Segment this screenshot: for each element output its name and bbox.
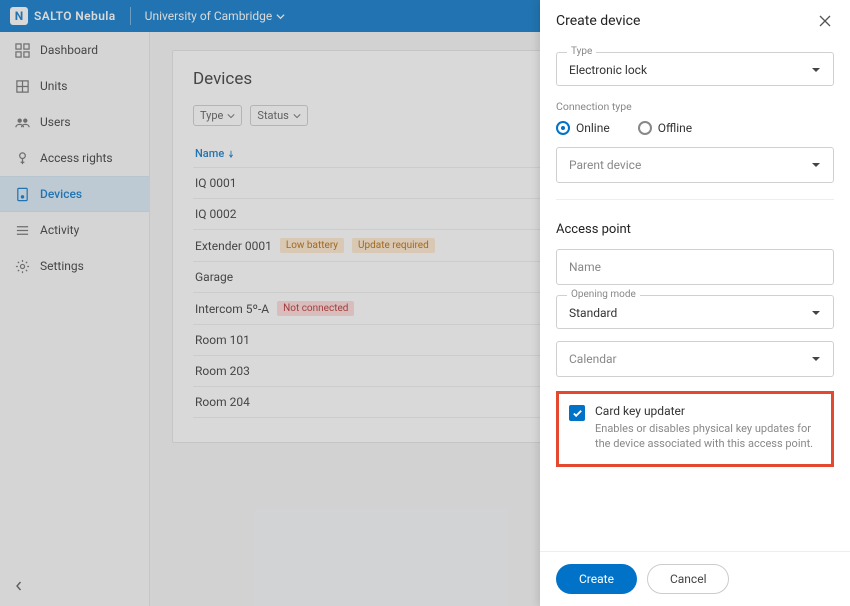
radio-dot-icon bbox=[556, 121, 570, 135]
caret-down-icon bbox=[811, 160, 821, 170]
field-placeholder: Name bbox=[569, 260, 601, 274]
card-key-updater-checkbox[interactable] bbox=[569, 405, 585, 421]
radio-online[interactable]: Online bbox=[556, 121, 610, 135]
close-button[interactable] bbox=[816, 12, 834, 30]
field-placeholder: Calendar bbox=[569, 352, 617, 366]
calendar-select[interactable]: Calendar bbox=[556, 341, 834, 377]
card-key-updater-highlight: Card key updater Enables or disables phy… bbox=[556, 391, 834, 467]
field-label: Opening mode bbox=[567, 289, 640, 300]
field-placeholder: Parent device bbox=[569, 158, 641, 172]
panel-footer: Create Cancel bbox=[540, 551, 850, 606]
panel-title: Create device bbox=[556, 13, 640, 29]
name-input[interactable]: Name bbox=[556, 249, 834, 285]
cku-description: Enables or disables physical key updates… bbox=[595, 421, 821, 452]
create-device-panel: Create device Type Electronic lock Conne… bbox=[540, 0, 850, 606]
field-label: Type bbox=[567, 46, 596, 57]
close-icon bbox=[819, 15, 831, 27]
create-button[interactable]: Create bbox=[556, 564, 637, 594]
cku-title: Card key updater bbox=[595, 404, 821, 418]
caret-down-icon bbox=[811, 308, 821, 318]
caret-down-icon bbox=[811, 65, 821, 75]
radio-offline[interactable]: Offline bbox=[638, 121, 692, 135]
caret-down-icon bbox=[811, 354, 821, 364]
parent-device-select[interactable]: Parent device bbox=[556, 147, 834, 183]
connection-type-group: Online Offline bbox=[556, 121, 834, 135]
radio-dot-icon bbox=[638, 121, 652, 135]
radio-label: Offline bbox=[658, 121, 692, 135]
divider bbox=[556, 199, 834, 200]
opening-mode-select[interactable]: Opening mode Standard bbox=[556, 295, 834, 329]
radio-label: Online bbox=[576, 121, 610, 135]
connection-type-label: Connection type bbox=[556, 100, 834, 113]
field-value: Electronic lock bbox=[569, 63, 647, 77]
access-point-heading: Access point bbox=[556, 222, 834, 237]
check-icon bbox=[572, 408, 583, 419]
type-select[interactable]: Type Electronic lock bbox=[556, 52, 834, 86]
cancel-button[interactable]: Cancel bbox=[647, 564, 730, 594]
field-value: Standard bbox=[569, 306, 617, 320]
